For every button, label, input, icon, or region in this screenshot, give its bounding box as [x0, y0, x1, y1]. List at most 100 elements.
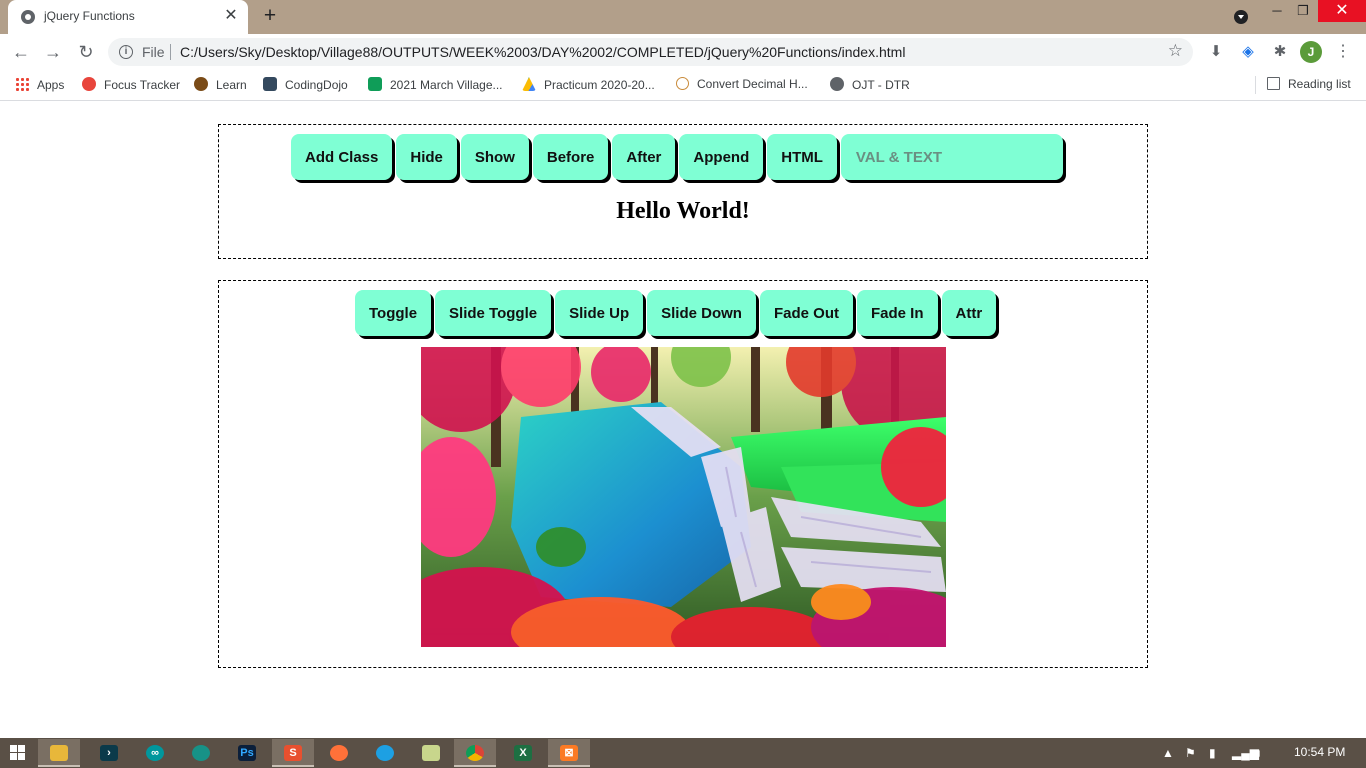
taskbar-arduino[interactable]: ∞ — [134, 739, 176, 767]
excel-icon: X — [514, 745, 532, 761]
sheets-icon — [368, 77, 382, 91]
bookmark-learn[interactable]: Learn — [194, 77, 247, 93]
toggle-button[interactable]: Toggle — [355, 290, 432, 336]
taskbar-photoshop[interactable]: Ps — [226, 739, 268, 767]
globe-icon — [830, 77, 844, 91]
forward-arrow-icon[interactable]: → — [42, 41, 64, 63]
show-button[interactable]: Show — [460, 134, 529, 180]
tab-search-icon[interactable] — [1234, 10, 1248, 24]
browser-tab[interactable]: jQuery Functions ✕ — [8, 0, 248, 34]
site-info-icon[interactable]: i — [119, 45, 133, 59]
slide-up-button[interactable]: Slide Up — [555, 290, 644, 336]
globe-icon — [21, 10, 35, 24]
close-window-button[interactable]: ✕ — [1318, 0, 1366, 22]
firefox-icon — [330, 745, 348, 761]
bookmark-label: CodingDojo — [285, 78, 348, 92]
drive-icon — [522, 77, 536, 91]
windows-start-icon[interactable] — [10, 745, 26, 761]
taskbar-file-manager[interactable] — [410, 739, 452, 767]
folder-icon — [50, 745, 68, 761]
dom-functions-button-row: Add Class Hide Show Before After Append … — [291, 134, 1063, 180]
browser-title-bar: jQuery Functions ✕ + ─ ❐ ✕ — [0, 0, 1366, 34]
append-button[interactable]: Append — [679, 134, 764, 180]
terminal-icon: › — [100, 745, 118, 761]
bookmark-practicum[interactable]: Practicum 2020-20... — [522, 77, 655, 93]
bookmark-star-icon[interactable]: ☆ — [1168, 41, 1183, 61]
taskbar-sublime[interactable]: S — [272, 739, 314, 767]
bookmark-convert-decimal[interactable]: Convert Decimal H... — [676, 77, 808, 93]
clock-favicon-icon — [676, 77, 689, 90]
attr-button[interactable]: Attr — [941, 290, 997, 336]
bookmark-apps[interactable]: Apps — [15, 77, 64, 93]
bookmarks-bar: Apps Focus Tracker Learn CodingDojo 2021… — [0, 70, 1366, 101]
show-hidden-icons-icon[interactable]: ▲ — [1162, 746, 1174, 760]
before-button[interactable]: Before — [532, 134, 609, 180]
val-text-input[interactable] — [840, 134, 1063, 180]
download-extension-icon[interactable]: ⬇ — [1206, 42, 1226, 62]
after-button[interactable]: After — [612, 134, 676, 180]
scheme-label: File — [142, 44, 165, 60]
taskbar-xampp[interactable]: ⊠ — [548, 739, 590, 767]
close-tab-icon[interactable]: ✕ — [222, 7, 240, 25]
bookmark-march-village[interactable]: 2021 March Village... — [368, 77, 503, 93]
taskbar-powershell[interactable]: › — [88, 739, 130, 767]
slide-down-button[interactable]: Slide Down — [647, 290, 756, 336]
bookmark-label: Convert Decimal H... — [697, 77, 808, 91]
address-bar[interactable]: i File C:/Users/Sky/Desktop/Village88/OU… — [108, 38, 1193, 66]
hide-button[interactable]: Hide — [396, 134, 457, 180]
files-icon — [422, 745, 440, 761]
bookmark-label: 2021 March Village... — [390, 78, 503, 92]
volume-icon[interactable]: 🔈︎ — [1256, 746, 1263, 761]
reading-list-icon — [1267, 77, 1280, 90]
chrome-icon — [466, 745, 484, 761]
tab-title: jQuery Functions — [44, 9, 135, 23]
taskbar-chrome[interactable] — [454, 739, 496, 767]
taskbar-file-explorer[interactable] — [38, 739, 80, 767]
address-url[interactable]: C:/Users/Sky/Desktop/Village88/OUTPUTS/W… — [180, 44, 905, 60]
bookmark-label: Focus Tracker — [104, 78, 181, 92]
extensions-puzzle-icon[interactable]: ✱ — [1270, 42, 1290, 62]
bookmark-codingdojo[interactable]: CodingDojo — [263, 77, 348, 93]
devtools-extension-icon[interactable]: ◈ — [1238, 42, 1258, 62]
bookmark-label: Learn — [216, 78, 247, 92]
bookmark-label: Apps — [37, 78, 65, 92]
taskbar-excel[interactable]: X — [502, 739, 544, 767]
waterfall-image — [421, 347, 946, 647]
reading-list-button[interactable]: Reading list — [1267, 77, 1351, 93]
back-arrow-icon[interactable]: ← — [10, 41, 32, 63]
taskbar-gitkraken[interactable] — [180, 739, 222, 767]
arduino-icon: ∞ — [146, 745, 164, 761]
hello-world-heading: Hello World! — [616, 198, 750, 224]
codingdojo-icon — [263, 77, 277, 91]
bookmarks-divider — [1255, 76, 1256, 94]
action-center-flag-icon[interactable]: ⚑ — [1185, 746, 1196, 760]
add-class-button[interactable]: Add Class — [291, 134, 393, 180]
fade-out-button[interactable]: Fade Out — [759, 290, 853, 336]
new-tab-button[interactable]: + — [259, 5, 281, 27]
taskbar-edge[interactable] — [364, 739, 406, 767]
xampp-icon: ⊠ — [560, 745, 578, 761]
address-divider — [170, 44, 171, 60]
sublime-icon: S — [284, 745, 302, 761]
network-signal-icon[interactable]: ▂▄▆ — [1232, 746, 1259, 760]
edge-icon — [376, 745, 394, 761]
bookmark-label: OJT - DTR — [852, 78, 910, 92]
learn-icon — [194, 77, 208, 91]
focus-tracker-icon — [82, 77, 96, 91]
photoshop-icon: Ps — [238, 745, 256, 761]
taskbar-firefox[interactable] — [318, 739, 360, 767]
bookmark-label: Practicum 2020-20... — [544, 78, 655, 92]
gitkraken-icon — [192, 745, 210, 761]
more-menu-icon[interactable]: ⋮ — [1335, 41, 1351, 63]
html-button[interactable]: HTML — [767, 134, 837, 180]
profile-avatar[interactable]: J — [1300, 41, 1322, 63]
reading-list-label: Reading list — [1288, 77, 1351, 91]
bookmark-ojt-dtr[interactable]: OJT - DTR — [830, 77, 910, 93]
slide-toggle-button[interactable]: Slide Toggle — [435, 290, 552, 336]
battery-icon[interactable]: ▮ — [1209, 746, 1216, 760]
taskbar-clock[interactable]: 10:54 PM — [1294, 745, 1345, 759]
reload-icon[interactable]: ↻ — [75, 41, 97, 63]
apps-grid-icon — [15, 77, 29, 91]
fade-in-button[interactable]: Fade In — [856, 290, 938, 336]
bookmark-focus-tracker[interactable]: Focus Tracker — [82, 77, 180, 93]
